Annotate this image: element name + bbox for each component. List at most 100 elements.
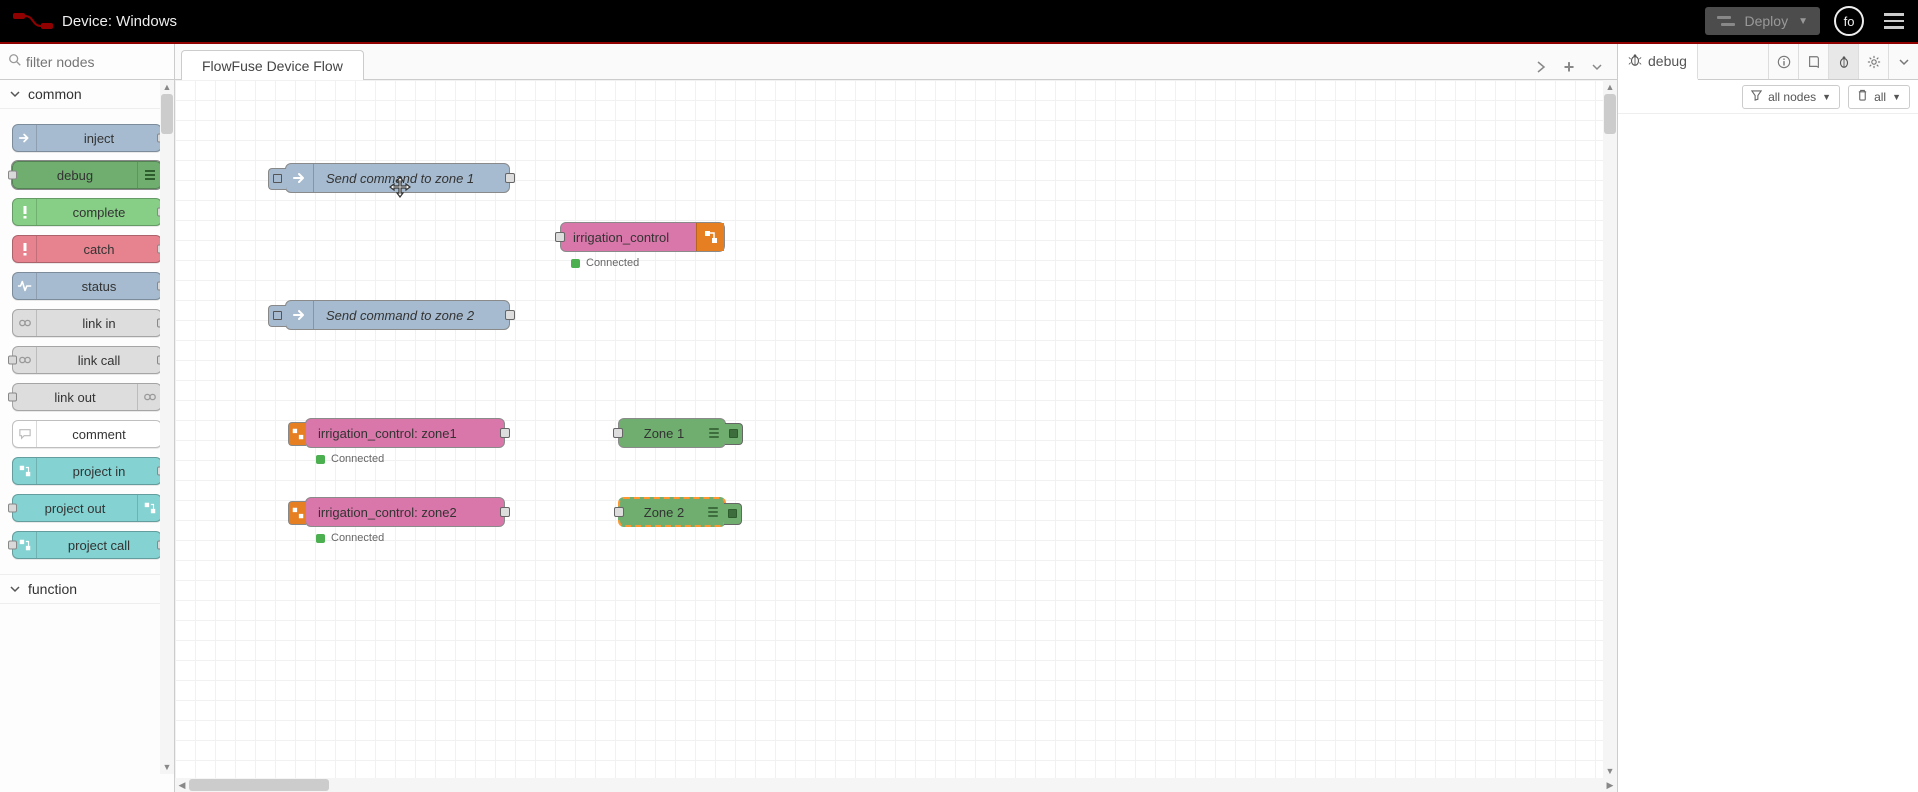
flow-canvas[interactable]: Send command to zone 1 Send command to z…	[175, 80, 1617, 778]
output-port[interactable]	[500, 428, 510, 438]
scroll-up-icon[interactable]: ▲	[160, 80, 174, 94]
flow-list-menu-button[interactable]	[1585, 55, 1609, 79]
palette-node-inject[interactable]: inject	[12, 124, 162, 152]
filter-icon	[1751, 90, 1762, 104]
palette-filter-input[interactable]	[26, 54, 166, 70]
node-status: Connected	[316, 453, 384, 465]
input-port[interactable]	[8, 504, 17, 513]
inject-trigger-button[interactable]	[268, 305, 286, 327]
palette-search[interactable]	[0, 44, 174, 80]
scroll-left-icon[interactable]: ◀	[175, 780, 189, 791]
bang-icon	[13, 236, 37, 262]
flow-node-irrigation-zone1[interactable]: irrigation_control: zone1 Connected	[305, 418, 505, 448]
scroll-up-icon[interactable]: ▲	[1603, 80, 1617, 94]
sidebar-menu-button[interactable]	[1888, 44, 1918, 79]
palette-node-label: debug	[13, 168, 137, 183]
palette-panel: common inject debug complete catch status lin…	[0, 44, 175, 792]
link-icon	[137, 384, 161, 410]
palette-node-debug[interactable]: debug	[12, 161, 162, 189]
debug-filter-button[interactable]: all nodes ▼	[1742, 85, 1840, 109]
palette-node-label: project in	[37, 464, 161, 479]
palette-node-link-in[interactable]: link in	[12, 309, 162, 337]
flow-tab-active[interactable]: FlowFuse Device Flow	[181, 50, 364, 80]
output-port[interactable]	[505, 173, 515, 183]
input-port[interactable]	[614, 507, 624, 517]
input-port[interactable]	[613, 428, 623, 438]
flow-node-inject-zone2[interactable]: Send command to zone 2	[285, 300, 510, 330]
arrow-in-icon	[13, 125, 37, 151]
sidebar-tabs: debug	[1618, 44, 1918, 80]
palette-scrollbar[interactable]: ▲ ▼	[160, 80, 174, 774]
scroll-down-icon[interactable]: ▼	[160, 760, 174, 774]
palette-node-label: link call	[37, 353, 161, 368]
add-flow-button[interactable]: +	[1557, 55, 1581, 79]
comment-icon	[13, 421, 37, 447]
link-icon	[13, 310, 37, 336]
input-port[interactable]	[8, 541, 17, 550]
caret-down-icon: ▼	[1892, 92, 1901, 102]
caret-down-icon: ▼	[1798, 16, 1808, 27]
deploy-button[interactable]: Deploy ▼	[1705, 7, 1821, 35]
input-port[interactable]	[8, 356, 17, 365]
palette-node-label: complete	[37, 205, 161, 220]
user-avatar[interactable]: fo	[1834, 6, 1864, 36]
device-title: Device: Windows	[62, 13, 177, 30]
palette-node-label: link in	[37, 316, 161, 331]
node-status: Connected	[571, 257, 639, 269]
scroll-down-icon[interactable]: ▼	[1603, 764, 1617, 778]
sidebar-tab-debug[interactable]: debug	[1618, 44, 1698, 80]
palette-node-project-call[interactable]: project call	[12, 531, 162, 559]
arrow-in-icon	[286, 301, 314, 329]
input-port[interactable]	[8, 393, 17, 402]
tab-scroll-right-button[interactable]	[1529, 55, 1553, 79]
palette-node-project-out[interactable]: project out	[12, 494, 162, 522]
output-port[interactable]	[500, 507, 510, 517]
palette-node-link-out[interactable]: link out	[12, 383, 162, 411]
inject-trigger-button[interactable]	[268, 168, 286, 190]
palette-node-label: status	[37, 279, 161, 294]
palette-category-function[interactable]: function	[0, 574, 174, 604]
flow-node-debug-zone2[interactable]: Zone 2	[618, 497, 726, 527]
canvas-v-scrollbar[interactable]: ▲ ▼	[1603, 80, 1617, 778]
sidebar-help-button[interactable]	[1798, 44, 1828, 79]
debug-clear-button[interactable]: all ▼	[1848, 85, 1910, 109]
bug-icon	[1628, 53, 1642, 70]
debug-toggle-button[interactable]	[724, 503, 742, 525]
palette-node-catch[interactable]: catch	[12, 235, 162, 263]
palette-node-label: inject	[37, 131, 161, 146]
palette-node-label: comment	[37, 427, 161, 442]
input-port[interactable]	[555, 232, 565, 242]
palette-category-common[interactable]: common	[0, 80, 174, 109]
project-link-icon	[696, 223, 724, 251]
scroll-right-icon[interactable]: ▶	[1603, 780, 1617, 791]
chevron-down-icon	[10, 584, 20, 594]
debug-toggle-button[interactable]	[725, 423, 743, 445]
palette-node-link-call[interactable]: link call	[12, 346, 162, 374]
canvas-h-scrollbar[interactable]: ◀ ▶	[175, 778, 1617, 792]
bars-icon	[137, 162, 161, 188]
flow-node-irrigation-zone2[interactable]: irrigation_control: zone2 Connected	[305, 497, 505, 527]
palette-node-complete[interactable]: complete	[12, 198, 162, 226]
caret-down-icon: ▼	[1822, 92, 1831, 102]
palette-node-label: link out	[13, 390, 137, 405]
node-status: Connected	[316, 532, 384, 544]
flow-node-irrigation-control[interactable]: irrigation_control Connected	[560, 222, 725, 252]
main-menu-button[interactable]	[1878, 9, 1910, 33]
debug-toolbar: all nodes ▼ all ▼	[1618, 80, 1918, 114]
flow-node-debug-zone1[interactable]: Zone 1	[618, 418, 726, 448]
nodered-logo-icon	[8, 12, 58, 30]
output-port[interactable]	[505, 310, 515, 320]
palette-node-status[interactable]: status	[12, 272, 162, 300]
palette-node-project-in[interactable]: project in	[12, 457, 162, 485]
pulse-icon	[13, 273, 37, 299]
sidebar-panel: debug	[1618, 44, 1918, 792]
trash-icon	[1857, 89, 1868, 104]
search-icon	[8, 53, 22, 70]
sidebar-config-button[interactable]	[1858, 44, 1888, 79]
input-port[interactable]	[8, 171, 17, 180]
palette-node-comment[interactable]: comment	[12, 420, 162, 448]
sidebar-debug-button[interactable]	[1828, 44, 1858, 79]
debug-message-list[interactable]	[1618, 114, 1918, 792]
sidebar-info-button[interactable]	[1768, 44, 1798, 79]
flow-node-inject-zone1[interactable]: Send command to zone 1	[285, 163, 510, 193]
